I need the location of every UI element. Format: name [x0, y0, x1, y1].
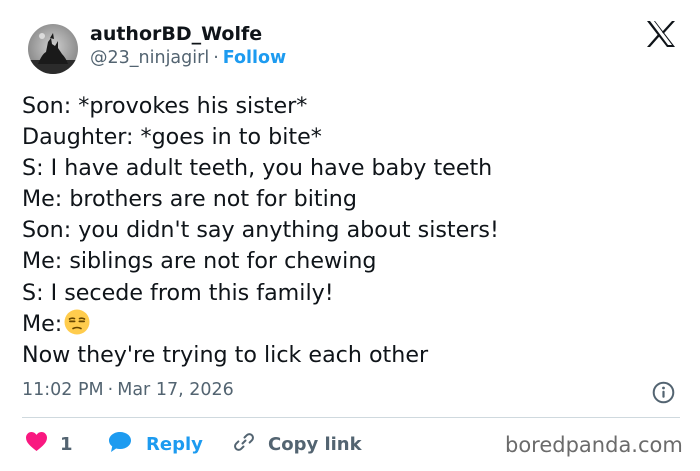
divider: [22, 417, 680, 418]
tweet-line: S: I have adult teeth, you have baby tee…: [22, 155, 493, 182]
tweet-line: Me: siblings are not for chewing: [22, 248, 377, 275]
tweet-line: Me:: [22, 310, 63, 337]
timestamp[interactable]: 11:02 PM · Mar 17, 2026: [22, 380, 234, 400]
handle-separator: ·: [213, 48, 219, 68]
tweet-text: Son: *provokes his sister* Daughter: *go…: [22, 91, 682, 371]
info-icon[interactable]: [652, 381, 675, 404]
speech-bubble-icon: [108, 431, 132, 458]
wolf-avatar-icon: [28, 33, 78, 74]
tweet-time: 11:02 PM: [22, 380, 104, 400]
tweet-date: Mar 17, 2026: [117, 380, 234, 400]
watermark: boredpanda.com: [505, 433, 683, 457]
like-count: 1: [60, 433, 73, 455]
reply-button[interactable]: Reply: [108, 431, 203, 457]
tweet-line: S: I secede from this family!: [22, 279, 334, 306]
timestamp-separator: ·: [107, 380, 114, 400]
tweet-line: Son: *provokes his sister*: [22, 93, 308, 119]
like-button[interactable]: 1: [25, 431, 73, 457]
tweet-line: Me: brothers are not for biting: [22, 186, 357, 213]
display-name[interactable]: authorBD_Wolfe: [90, 23, 262, 45]
copy-link-button[interactable]: Copy link: [232, 431, 362, 457]
tweet-card: authorBD_Wolfe @23_ninjagirl · Follow Son:…: [0, 0, 700, 471]
x-logo-icon[interactable]: [646, 20, 676, 48]
tweet-line: Now they're trying to lick each other: [22, 341, 429, 368]
follow-button[interactable]: Follow: [223, 48, 286, 68]
link-icon: [232, 430, 256, 459]
avatar[interactable]: [28, 24, 78, 74]
reply-label: Reply: [146, 433, 203, 455]
handle[interactable]: @23_ninjagirl: [90, 48, 209, 68]
tweet-line: Daughter: *goes in to bite*: [22, 124, 322, 151]
copy-link-label: Copy link: [268, 433, 362, 455]
tweet-line: Son: you didn't say anything about siste…: [22, 217, 499, 244]
handle-row: @23_ninjagirl · Follow: [90, 48, 286, 68]
heart-icon: [25, 431, 48, 457]
unamused-face-emoji: [64, 309, 90, 344]
tweet-line-with-emoji: Me:: [22, 309, 682, 340]
